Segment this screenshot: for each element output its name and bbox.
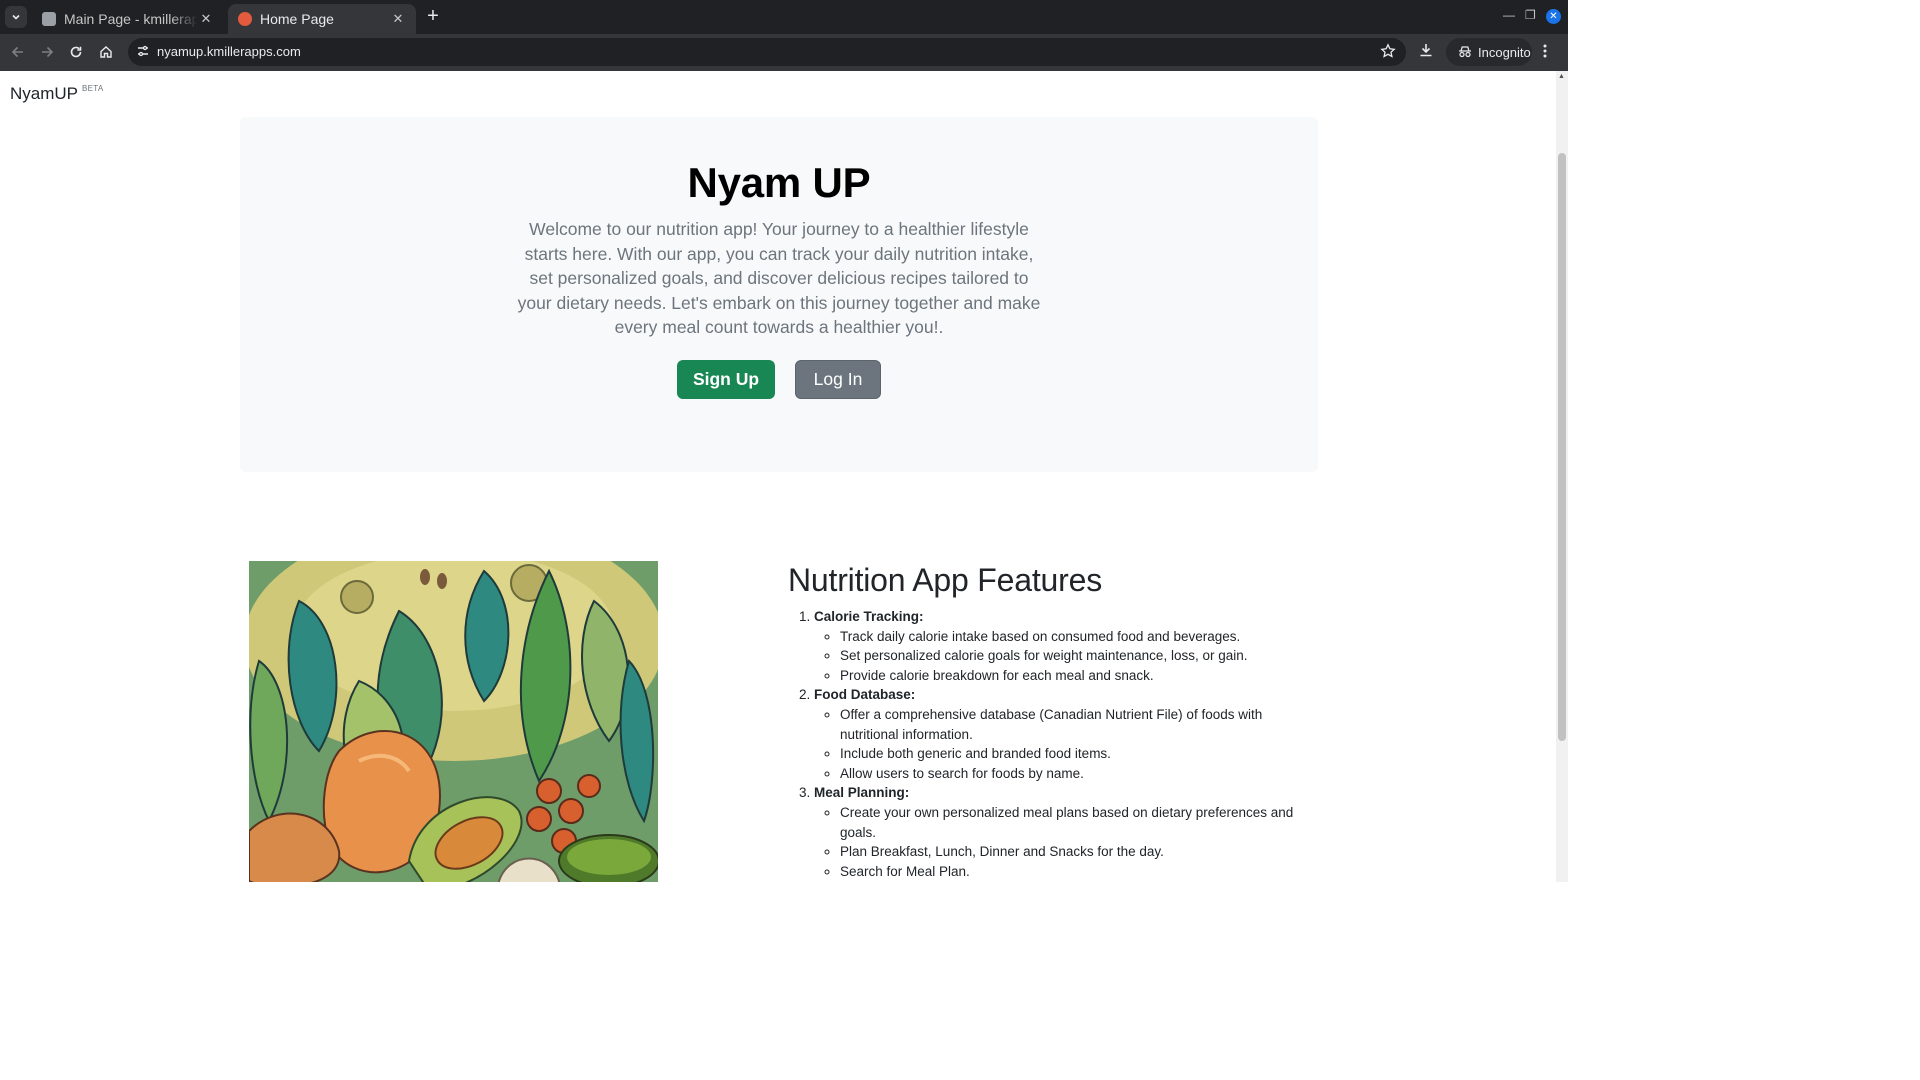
feature-heading: Meal Planning: — [814, 785, 910, 801]
incognito-indicator[interactable]: Incognito — [1446, 38, 1532, 66]
page-viewport: NyamUP BETA Nyam UP Welcome to our nutrit… — [0, 71, 1556, 882]
forward-button[interactable] — [35, 40, 59, 64]
hero-section: Nyam UP Welcome to our nutrition app! Yo… — [240, 117, 1318, 472]
brand-name: NyamUP — [10, 84, 79, 103]
feature-points: Track daily calorie intake based on cons… — [814, 627, 1308, 686]
feature-item: Calorie Tracking: Track daily calorie in… — [814, 607, 1308, 685]
tab-title: Main Page - kmillerapps — [64, 11, 198, 27]
incognito-label: Incognito — [1478, 44, 1531, 60]
feature-point: Allow users to search for foods by name. — [840, 764, 1308, 784]
features-section: Nutrition App Features Calorie Tracking:… — [788, 559, 1308, 881]
feature-item: Food Database: Offer a comprehensive dat… — [814, 685, 1308, 783]
feature-point: Create your own personalized meal plans … — [840, 803, 1308, 842]
scrollbar-thumb[interactable] — [1558, 153, 1566, 741]
incognito-icon — [1459, 46, 1471, 58]
feature-point: Set personalized calorie goals for weigh… — [840, 646, 1308, 666]
home-icon — [100, 46, 112, 58]
scroll-up-icon[interactable]: ▲ — [1558, 73, 1565, 80]
feature-point: Offer a comprehensive database (Canadian… — [840, 705, 1308, 744]
feature-heading: Food Database: — [814, 687, 916, 703]
feature-points: Create your own personalized meal plans … — [814, 803, 1308, 881]
feature-point: Plan Breakfast, Lunch, Dinner and Snacks… — [840, 842, 1308, 862]
bookmark-star-icon[interactable] — [1380, 43, 1396, 64]
url-text: nyamup.kmillerapps.com — [157, 44, 301, 59]
restore-icon[interactable]: ❐ — [1525, 8, 1536, 22]
tab-main-page[interactable]: Main Page - kmillerapps ✕ — [32, 4, 224, 34]
tab-close-icon[interactable]: ✕ — [198, 11, 214, 27]
reload-button[interactable] — [64, 40, 88, 64]
feature-point: Provide calorie breakdown for each meal … — [840, 666, 1308, 686]
tab-search-button[interactable] — [5, 6, 27, 28]
back-button[interactable] — [6, 40, 30, 64]
tab-favicon-icon — [42, 12, 56, 26]
log-in-button[interactable]: Log In — [795, 359, 881, 399]
tab-close-icon[interactable]: ✕ — [390, 11, 406, 27]
window-close-icon[interactable]: ✕ — [1546, 9, 1561, 24]
features-list: Calorie Tracking: Track daily calorie in… — [788, 607, 1308, 881]
site-info-icon[interactable] — [136, 44, 150, 63]
arrow-right-icon — [42, 46, 54, 58]
page-scrollbar[interactable]: ▲ — [1556, 71, 1568, 882]
features-title: Nutrition App Features — [788, 562, 1102, 598]
feature-heading: Calorie Tracking: — [814, 609, 924, 624]
home-button[interactable] — [94, 40, 118, 64]
sign-up-button[interactable]: Sign Up — [677, 359, 775, 399]
beta-badge: BETA — [82, 84, 104, 93]
feature-point: Search for Meal Plan. — [840, 862, 1308, 882]
tab-title: Home Page — [260, 11, 334, 27]
hero-buttons: Sign Up Log In — [240, 359, 1318, 399]
hero-title: Nyam UP — [687, 159, 871, 206]
hero-description: Welcome to our nutrition app! Your journ… — [517, 219, 1041, 337]
feature-point: Include both generic and branded food it… — [840, 744, 1308, 764]
tab-home-page[interactable]: Home Page ✕ — [228, 4, 416, 34]
navbar-brand[interactable]: NyamUP BETA — [10, 84, 104, 104]
browser-tab-strip: Main Page - kmillerapps ✕ Home Page ✕ + … — [0, 0, 1568, 34]
vegetables-illustration — [249, 561, 658, 882]
minimize-icon[interactable]: — — [1503, 8, 1515, 22]
feature-point: Track daily calorie intake based on cons… — [840, 627, 1308, 647]
new-tab-button[interactable]: + — [424, 5, 442, 27]
tab-favicon-icon — [238, 12, 252, 26]
address-bar[interactable]: nyamup.kmillerapps.com — [128, 38, 1406, 66]
chevron-down-icon — [12, 14, 20, 20]
browser-menu-icon[interactable] — [1542, 43, 1548, 64]
reload-icon — [70, 46, 82, 58]
feature-points: Offer a comprehensive database (Canadian… — [814, 705, 1308, 783]
arrow-left-icon — [11, 46, 23, 58]
feature-item: Meal Planning: Create your own personali… — [814, 783, 1308, 881]
download-icon[interactable] — [1418, 42, 1434, 63]
browser-toolbar: nyamup.kmillerapps.com Incognito — [0, 34, 1568, 71]
